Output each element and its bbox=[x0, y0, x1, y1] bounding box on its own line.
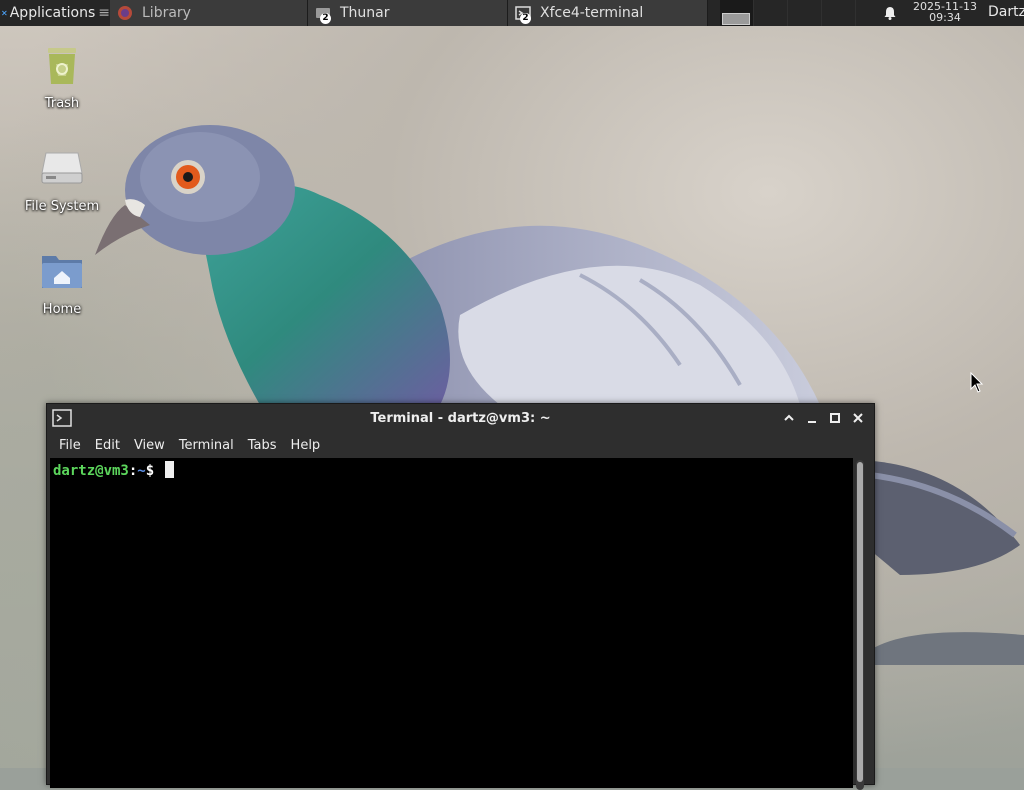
window-title: Terminal - dartz@vm3: ~ bbox=[370, 411, 551, 426]
maximize-button[interactable] bbox=[827, 410, 843, 426]
close-button[interactable] bbox=[850, 410, 866, 426]
desktop-icon-label: Home bbox=[42, 302, 82, 317]
text-cursor bbox=[164, 461, 174, 478]
home-folder-icon bbox=[42, 256, 82, 288]
terminal-output-area[interactable]: dartz@vm3:~$ bbox=[50, 458, 853, 788]
firefox-icon bbox=[116, 4, 134, 22]
workspace-4[interactable] bbox=[822, 0, 856, 26]
shade-button[interactable] bbox=[781, 410, 797, 426]
terminal-scrollbar[interactable] bbox=[856, 460, 864, 790]
notification-bell-icon[interactable] bbox=[882, 5, 898, 21]
workspace-3[interactable] bbox=[788, 0, 822, 26]
taskbar-item-label: Library bbox=[142, 5, 191, 21]
prompt-path: ~ bbox=[137, 463, 146, 479]
menu-terminal[interactable]: Terminal bbox=[173, 438, 240, 453]
menu-edit[interactable]: Edit bbox=[89, 438, 126, 453]
mouse-pointer-icon bbox=[970, 372, 984, 393]
workspace-2[interactable] bbox=[754, 0, 788, 26]
workspace-1[interactable] bbox=[720, 0, 754, 26]
minimize-button[interactable] bbox=[804, 410, 820, 426]
window-count-badge: 2 bbox=[320, 13, 331, 24]
taskbar-item-thunar[interactable]: 2 Thunar bbox=[308, 0, 508, 26]
desktop-icon-trash[interactable]: Trash bbox=[17, 40, 107, 111]
desktop-icon-label: Trash bbox=[44, 96, 80, 111]
menu-file[interactable]: File bbox=[53, 438, 87, 453]
file-manager-icon: 2 bbox=[314, 4, 332, 24]
user-menu[interactable]: Dartz bbox=[988, 4, 1024, 20]
terminal-icon: 2 bbox=[514, 4, 532, 24]
shell-prompt: dartz@vm3:~$ bbox=[53, 461, 174, 479]
top-panel: Applications ≡ Library 2 Thunar 2 Xfce4-… bbox=[0, 0, 1024, 26]
menu-tabs[interactable]: Tabs bbox=[242, 438, 283, 453]
desktop-icon-label: File System bbox=[24, 199, 100, 214]
window-count-badge: 2 bbox=[520, 13, 531, 24]
taskbar-item-terminal[interactable]: 2 Xfce4-terminal bbox=[508, 0, 708, 26]
taskbar-item-label: Xfce4-terminal bbox=[540, 5, 644, 21]
menu-handle-icon: ≡ bbox=[98, 5, 110, 21]
xfce-logo-icon bbox=[2, 10, 7, 16]
trash-icon bbox=[48, 48, 76, 84]
taskbar-item-label: Thunar bbox=[340, 5, 390, 21]
prompt-user: dartz@vm3 bbox=[53, 463, 129, 479]
workspace-switcher bbox=[720, 0, 856, 26]
desktop-icon-home[interactable]: Home bbox=[17, 246, 107, 317]
clock-time: 09:34 bbox=[929, 11, 961, 24]
scrollbar-thumb[interactable] bbox=[857, 462, 863, 782]
drive-icon bbox=[41, 152, 83, 184]
panel-clock[interactable]: 2025-11-13 09:34 bbox=[910, 1, 980, 23]
window-titlebar[interactable]: Terminal - dartz@vm3: ~ bbox=[47, 404, 874, 433]
terminal-menubar: File Edit View Terminal Tabs Help bbox=[47, 433, 874, 458]
prompt-symbol: $ bbox=[145, 463, 163, 479]
desktop-icon-file-system[interactable]: File System bbox=[17, 143, 107, 214]
menu-view[interactable]: View bbox=[128, 438, 171, 453]
taskbar-item-library[interactable]: Library bbox=[110, 0, 308, 26]
applications-label: Applications bbox=[9, 5, 96, 21]
menu-help[interactable]: Help bbox=[285, 438, 327, 453]
terminal-window: Terminal - dartz@vm3: ~ File Edit View T… bbox=[46, 403, 875, 790]
applications-menu-button[interactable]: Applications ≡ bbox=[0, 0, 110, 26]
